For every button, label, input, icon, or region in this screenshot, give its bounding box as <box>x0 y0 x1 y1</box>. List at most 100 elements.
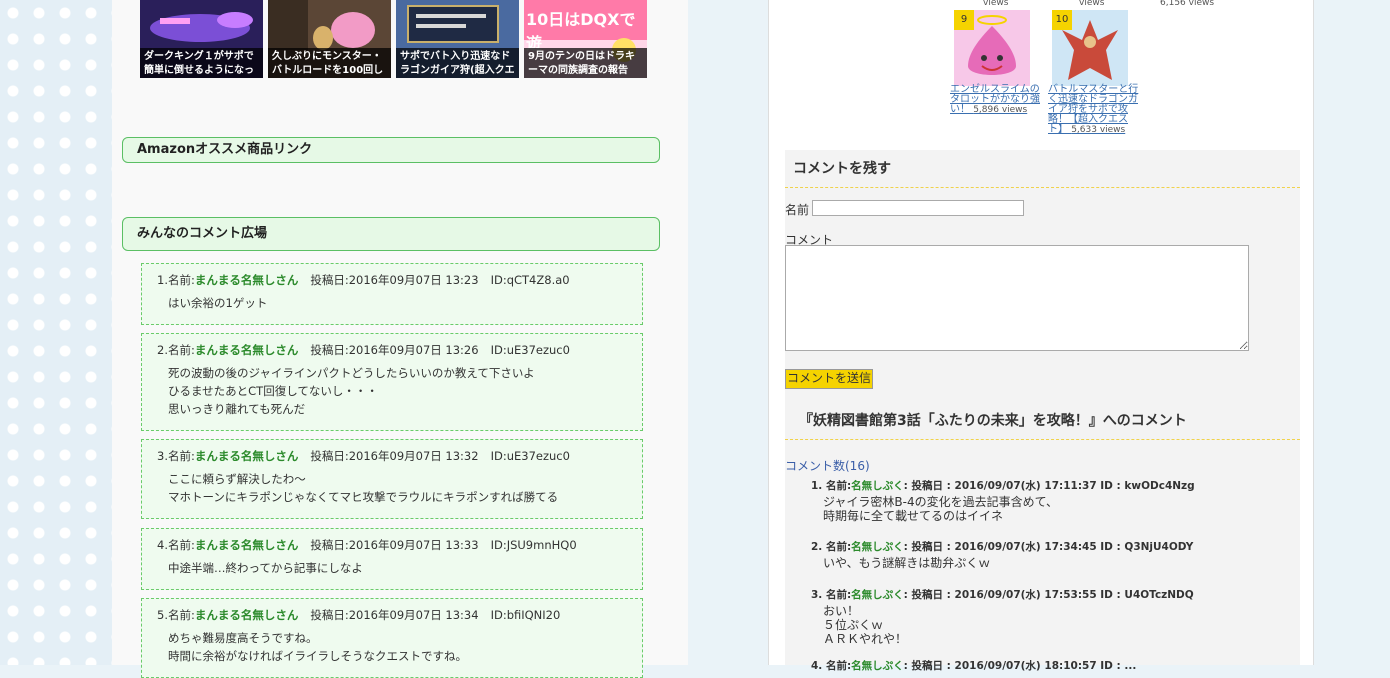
comment-id: ID:uE37ezuc0 <box>490 343 570 357</box>
list-comment: 2. 名前:名無しぷく: 投稿日 : 2016/09/07(水) 17:34:4… <box>811 539 1193 570</box>
rank-badge: 10 <box>1052 10 1072 30</box>
comment-line: マホトーンにキラポンじゃなくてマヒ攻撃でラウルにキラポンすれば勝てる <box>168 490 559 504</box>
list-comment-label: 2. 名前: <box>811 541 852 553</box>
commenter-name: まんまる名無しさん <box>194 538 299 552</box>
ranking-views: 6,156 views <box>1160 0 1215 8</box>
list-comment-label: 1. 名前: <box>811 480 852 492</box>
commenter-name: 名無しぷく <box>851 589 904 601</box>
comment-body: ここに頼らず解決したわ～ マホトーンにキラポンじゃなくてマヒ攻撃でラウルにキラポ… <box>168 470 558 506</box>
comment-body: 中途半端…終わってから記事にしなよ <box>168 559 363 577</box>
comment-meta: 1.名前:まんまる名無しさん 投稿日:2016年09月07日 13:23 ID:qC… <box>157 272 570 288</box>
comment-number: 5.名前: <box>157 608 195 622</box>
sidebar: views views 6,156 views 9 エンゼルスライムのタロットが… <box>768 0 1314 672</box>
comment-line: 時期毎に全て載せてるのはイイネ <box>823 509 1004 523</box>
related-article-card[interactable]: サポでバト入り迅速なドラゴンガイア狩(超入クエ <box>396 0 519 78</box>
background-pattern <box>0 0 112 665</box>
list-comment-body: おい！ ５位ぷくｗ ＡＲＫやれや！ <box>811 604 1194 646</box>
comment-number: 4.名前: <box>157 538 195 552</box>
comment-item: 5.名前:まんまる名無しさん 投稿日:2016年09月07日 13:34 ID:bf… <box>141 598 643 678</box>
list-comment-meta: : 投稿日 : 2016/09/07(水) 17:34:45 ID : Q3Nj… <box>903 541 1194 553</box>
comment-date: 投稿日:2016年09月07日 13:34 <box>310 608 479 622</box>
list-comment-meta: : 投稿日 : 2016/09/07(水) 18:10:57 ID : ... <box>903 660 1137 672</box>
comment-form-title: コメントを残す <box>785 150 1300 188</box>
list-comment-header: 3. 名前:名無しぷく: 投稿日 : 2016/09/07(水) 17:53:5… <box>811 587 1194 602</box>
list-comment-label: 4. 名前: <box>811 660 852 672</box>
related-articles: ダークキング１がサポで簡単に倒せるようになっ 久しぶりにモンスター・バトルロード… <box>140 0 650 78</box>
comment-meta: 3.名前:まんまる名無しさん 投稿日:2016年09月07日 13:32 ID:uE… <box>157 448 570 464</box>
comment-count: コメント数(16) <box>785 459 870 473</box>
related-article-card[interactable]: 久しぶりにモンスター・バトルロードを100回してき <box>268 0 391 78</box>
article-caption: サポでバト入り迅速なドラゴンガイア狩(超入クエ <box>396 48 519 78</box>
ranking-link[interactable]: エンゼルスライムのタロットがかなり強い！ 5,896 views <box>950 85 1042 116</box>
comment-number: 1.名前: <box>157 273 195 287</box>
list-comment-header: 2. 名前:名無しぷく: 投稿日 : 2016/09/07(水) 17:34:4… <box>811 539 1193 554</box>
comment-line: おい！ <box>823 604 860 618</box>
list-comment: 4. 名前:名無しぷく: 投稿日 : 2016/09/07(水) 18:10:5… <box>811 658 1136 673</box>
comment-id: ID:uE37ezuc0 <box>490 449 570 463</box>
comment-item: 4.名前:まんまる名無しさん 投稿日:2016年09月07日 13:33 ID:JS… <box>141 528 643 590</box>
comment-line: 死の波動の後のジャイラインパクトどうしたらいいのか教えて下さいよ <box>168 366 535 380</box>
list-comment: 3. 名前:名無しぷく: 投稿日 : 2016/09/07(水) 17:53:5… <box>811 587 1194 646</box>
comment-line: はい余裕の1ゲット <box>168 296 268 310</box>
commenter-name: まんまる名無しさん <box>194 343 299 357</box>
list-comment-body: いや、もう謎解きは勘弁ぷくｗ <box>811 556 1193 570</box>
related-article-card[interactable]: ダークキング１がサポで簡単に倒せるようになっ <box>140 0 263 78</box>
main-content: ダークキング１がサポで簡単に倒せるようになっ 久しぶりにモンスター・バトルロード… <box>112 0 688 678</box>
submit-comment-button[interactable]: コメントを送信 <box>785 369 874 389</box>
article-caption: 9月のテンの日はドラキーマの同族調査の報告 <box>524 48 647 78</box>
list-comment-header: 1. 名前:名無しぷく: 投稿日 : 2016/09/07(水) 17:11:3… <box>811 478 1195 493</box>
ranking-views: 5,896 views <box>973 105 1028 115</box>
related-article-card[interactable]: 10日はDQXで遊 9月のテンの日はドラキーマの同族調査の報告 <box>524 0 647 78</box>
comment-line: いや、もう謎解きは勘弁ぷくｗ <box>823 556 991 570</box>
ranking-views: views <box>983 0 1009 8</box>
comment-body: はい余裕の1ゲット <box>168 294 267 312</box>
comment-textarea[interactable] <box>785 245 1249 351</box>
list-comment-meta: : 投稿日 : 2016/09/07(水) 17:11:37 ID : kwOD… <box>903 480 1195 492</box>
list-comment-body: ジャイラ密林B-4の変化を過去記事含めて、 時期毎に全て載せてるのはイイネ <box>811 495 1195 523</box>
comment-body: 死の波動の後のジャイラインパクトどうしたらいいのか教えて下さいよ ひるませたあと… <box>168 364 535 418</box>
comment-date: 投稿日:2016年09月07日 13:23 <box>310 273 479 287</box>
comment-line: ジャイラ密林B-4の変化を過去記事含めて、 <box>823 495 1058 509</box>
comment-item: 3.名前:まんまる名無しさん 投稿日:2016年09月07日 13:32 ID:uE… <box>141 439 643 519</box>
comment-meta: 2.名前:まんまる名無しさん 投稿日:2016年09月07日 13:26 ID:uE… <box>157 342 570 358</box>
ranking-views: 5,633 views <box>1071 125 1126 135</box>
comment-number: 2.名前: <box>157 343 195 357</box>
comment-line: 思いっきり離れても死んだ <box>168 402 306 416</box>
thumbnail-overlay-text: 10日はDQXで遊 <box>526 10 636 53</box>
list-comment-meta: : 投稿日 : 2016/09/07(水) 17:53:55 ID : U4OT… <box>903 589 1194 601</box>
commenter-name: 名無しぷく <box>851 480 904 492</box>
commenter-name: まんまる名無しさん <box>194 608 299 622</box>
comment-line: ５位ぷくｗ <box>823 618 884 632</box>
comment-id: ID:bfiIQNI20 <box>490 608 561 622</box>
name-label: 名前 <box>785 203 810 217</box>
comment-line: ＡＲＫやれや！ <box>823 632 908 646</box>
list-comment-label: 3. 名前: <box>811 589 852 601</box>
article-caption: 久しぶりにモンスター・バトルロードを100回してき <box>268 48 391 78</box>
name-input[interactable] <box>812 200 1024 216</box>
comment-id: ID:qCT4Z8.a0 <box>490 273 570 287</box>
ranking-link[interactable]: バトルマスターと行く迅速なドラゴンガイア狩をサポで攻略！【超入クエスト】 5,6… <box>1048 85 1140 136</box>
comment-meta: 5.名前:まんまる名無しさん 投稿日:2016年09月07日 13:34 ID:bf… <box>157 607 560 623</box>
rank-badge: 9 <box>954 10 974 30</box>
amazon-section-heading: Amazonオススメ商品リンク <box>122 137 660 163</box>
comment-line: 時間に余裕がなければイライラしそうなクエストですね。 <box>168 649 467 663</box>
commenter-name: まんまる名無しさん <box>194 273 299 287</box>
commenter-name: まんまる名無しさん <box>194 449 299 463</box>
comment-section-heading: みんなのコメント広場 <box>122 217 660 251</box>
comment-line: ここに頼らず解決したわ～ <box>168 472 306 486</box>
comment-line: ひるませたあとCT回復してないし・・・ <box>168 384 378 398</box>
comment-date: 投稿日:2016年09月07日 13:32 <box>310 449 479 463</box>
article-caption: ダークキング１がサポで簡単に倒せるようになっ <box>140 48 263 78</box>
comment-line: 中途半端…終わってから記事にしなよ <box>168 561 363 575</box>
comment-item: 1.名前:まんまる名無しさん 投稿日:2016年09月07日 13:23 ID:qC… <box>141 263 643 325</box>
ranking-views: views <box>1079 0 1105 8</box>
comments-list-title: 『妖精図書館第3話「ふたりの未来」を攻略！』へのコメント <box>785 402 1300 440</box>
comment-date: 投稿日:2016年09月07日 13:33 <box>310 538 479 552</box>
commenter-name: 名無しぷく <box>851 660 904 672</box>
commenter-name: 名無しぷく <box>851 541 904 553</box>
comment-form: コメントを残す 名前 コメント コメントを送信 『妖精図書館第3話「ふたりの未来… <box>785 150 1300 672</box>
comment-item: 2.名前:まんまる名無しさん 投稿日:2016年09月07日 13:26 ID:uE… <box>141 333 643 431</box>
list-comment-header: 4. 名前:名無しぷく: 投稿日 : 2016/09/07(水) 18:10:5… <box>811 658 1136 673</box>
list-comment: 1. 名前:名無しぷく: 投稿日 : 2016/09/07(水) 17:11:3… <box>811 478 1195 523</box>
comment-line: めちゃ難易度高そうですね。 <box>168 631 318 645</box>
